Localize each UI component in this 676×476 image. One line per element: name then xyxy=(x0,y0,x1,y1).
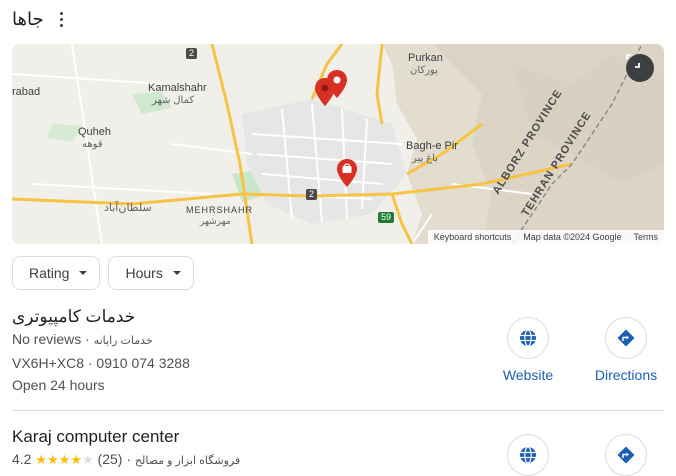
road-badge: 59 xyxy=(378,212,395,223)
more-options-icon[interactable] xyxy=(54,8,70,30)
listing-review-count: (25) xyxy=(97,451,123,467)
separator: · xyxy=(126,451,135,467)
listing-reviews: No reviews xyxy=(12,331,82,347)
website-label: Website xyxy=(502,367,554,383)
map-label-baghepir-fa: باغ پیر xyxy=(412,153,438,164)
map-label-baghepir: Bagh-e Pir xyxy=(406,140,458,152)
places-header: جاها xyxy=(12,6,70,32)
map-shop-pin-icon[interactable] xyxy=(336,158,358,188)
listing-rating: 4.2 xyxy=(12,451,32,467)
road-badge: 2 xyxy=(306,189,318,200)
map-label-rabad: rabad xyxy=(12,86,41,98)
separator: · xyxy=(85,331,94,347)
directions-icon xyxy=(617,329,635,347)
directions-button[interactable] xyxy=(596,434,656,476)
map-label-quheh: Quheh xyxy=(78,126,112,138)
map-data-attribution: Map data ©2024 Google xyxy=(523,232,622,242)
map-view[interactable]: Kamalshahr کمال شهر rabad Quheh قوهه Pur… xyxy=(12,44,664,244)
map-label-purkan: Purkan xyxy=(408,52,443,64)
directions-label: Directions xyxy=(594,367,658,383)
places-title: جاها xyxy=(12,8,44,29)
directions-button[interactable]: Directions xyxy=(594,317,658,383)
listing-actions: Website Directions xyxy=(498,317,658,383)
map-label-purkan-fa: پورکان xyxy=(410,65,438,76)
hours-filter-chip[interactable]: Hours xyxy=(108,256,194,290)
rating-stars-icon: ★★★★★ xyxy=(35,452,94,467)
map-pin-icon[interactable] xyxy=(326,69,348,99)
chevron-down-icon xyxy=(79,271,88,275)
listing-category: فروشگاه ابزار و مصالح xyxy=(134,455,241,467)
rating-filter-label: Rating xyxy=(29,265,70,281)
listing-divider xyxy=(12,410,664,411)
chevron-down-icon xyxy=(172,271,181,275)
listing-actions xyxy=(498,434,656,476)
expand-map-button[interactable] xyxy=(626,54,654,82)
keyboard-shortcuts-link[interactable]: Keyboard shortcuts xyxy=(434,232,512,242)
terms-link[interactable]: Terms xyxy=(634,232,659,242)
hours-filter-label: Hours xyxy=(125,265,163,281)
expand-icon xyxy=(626,54,640,68)
website-button[interactable] xyxy=(498,434,558,476)
filter-chips: Rating Hours xyxy=(12,256,194,290)
globe-icon xyxy=(520,329,536,347)
map-label-mehrshahr-fa: مهرشهر xyxy=(200,216,231,226)
listing-category: خدمات رایانه xyxy=(93,335,153,347)
map-label-soltanabad: سلطان‌آباد xyxy=(104,202,152,214)
directions-icon xyxy=(617,446,635,464)
road-badge: 2 xyxy=(186,48,198,59)
map-label-kamalshahr: Kamalshahr xyxy=(148,82,207,94)
map-footer: Keyboard shortcuts Map data ©2024 Google… xyxy=(427,230,664,244)
map-label-quheh-fa: قوهه xyxy=(82,139,103,150)
map-label-kamalshahr-fa: کمال شهر xyxy=(152,95,195,106)
rating-filter-chip[interactable]: Rating xyxy=(12,256,101,290)
globe-icon xyxy=(520,446,536,464)
website-button[interactable]: Website xyxy=(498,317,558,383)
